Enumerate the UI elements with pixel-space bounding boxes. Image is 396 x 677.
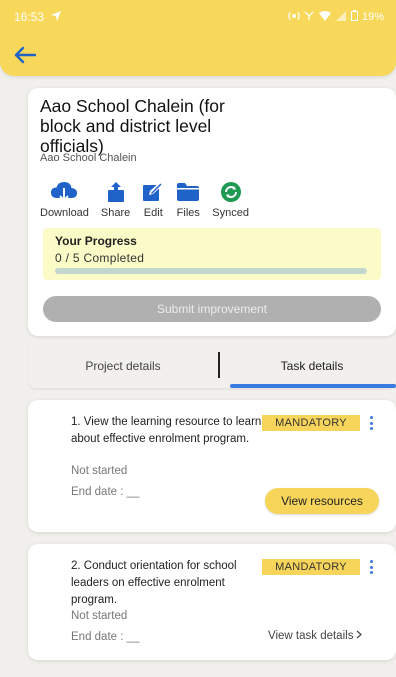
- folder-icon: [176, 180, 200, 204]
- project-subtitle: Aao School Chalein: [40, 152, 137, 164]
- battery-percent: 19%: [361, 11, 384, 23]
- progress-count: 0 / 5 Completed: [55, 251, 145, 265]
- project-actions: Download Share Edit Files Synced: [40, 180, 261, 219]
- wifi-icon: [318, 10, 331, 24]
- download-label: Download: [40, 207, 89, 219]
- synced-icon: [220, 180, 242, 204]
- kebab-dot: [369, 571, 373, 574]
- project-card: Aao School Chalein (for block and distri…: [28, 88, 396, 336]
- app-bar: [0, 34, 396, 76]
- synced-label: Synced: [212, 207, 249, 219]
- location-icon: [50, 10, 62, 25]
- task-card: 1. View the learning resource to learn a…: [28, 400, 396, 532]
- files-label: Files: [176, 207, 200, 219]
- kebab-dot: [369, 421, 373, 425]
- cloud-download-icon: [50, 180, 78, 204]
- task-title: 2. Conduct orientation for school leader…: [71, 560, 237, 606]
- more-vertical-icon: [369, 560, 373, 563]
- task-title: 1. View the learning resource to learn a…: [71, 416, 262, 445]
- more-vertical-icon: [369, 416, 373, 419]
- edit-button[interactable]: Edit: [142, 180, 164, 219]
- view-resources-button[interactable]: View resources: [265, 488, 379, 514]
- synced-button[interactable]: Synced: [212, 180, 249, 219]
- share-icon: [106, 180, 126, 204]
- kebab-dot: [369, 565, 373, 569]
- project-title: Aao School Chalein (for block and distri…: [40, 96, 225, 156]
- share-button[interactable]: Share: [101, 180, 130, 219]
- progress-bar: [55, 268, 367, 274]
- progress-label: Your Progress: [55, 234, 137, 248]
- task-status: Not started: [71, 610, 128, 622]
- status-bar: 16:53 19%: [0, 0, 396, 34]
- phone-signal-icon: [304, 11, 315, 24]
- task-menu-button[interactable]: [366, 414, 376, 432]
- edit-label: Edit: [143, 207, 163, 219]
- kebab-dot: [369, 427, 373, 430]
- share-label: Share: [100, 207, 131, 219]
- detail-tabs: Project details Task details: [28, 344, 396, 388]
- status-time: 16:53: [14, 10, 45, 24]
- mandatory-badge: MANDATORY: [262, 415, 360, 431]
- files-button[interactable]: Files: [176, 180, 200, 219]
- progress-box: Your Progress 0 / 5 Completed: [43, 228, 381, 280]
- chevron-right-icon: [356, 630, 363, 642]
- cell-signal-icon: [335, 10, 347, 24]
- tab-task-details[interactable]: Task details: [228, 344, 396, 388]
- back-button[interactable]: [12, 42, 38, 68]
- task-end-date: End date : __: [71, 486, 140, 498]
- nfc-icon: [288, 11, 300, 24]
- active-tab-indicator: [230, 384, 396, 388]
- view-task-details-label: View task details: [268, 630, 354, 642]
- download-button[interactable]: Download: [40, 180, 89, 219]
- mandatory-badge: MANDATORY: [262, 559, 360, 575]
- edit-icon: [142, 180, 164, 204]
- view-task-details-link[interactable]: View task details: [268, 630, 363, 642]
- tab-project-details[interactable]: Project details: [28, 344, 218, 388]
- task-end-date: End date : __: [71, 631, 140, 643]
- task-status: Not started: [71, 465, 128, 477]
- submit-improvement-button[interactable]: Submit improvement: [43, 296, 381, 322]
- battery-icon: [350, 10, 358, 24]
- tab-divider: [218, 352, 220, 378]
- task-menu-button[interactable]: [366, 558, 376, 576]
- arrow-left-icon: [14, 46, 36, 64]
- task-card: 2. Conduct orientation for school leader…: [28, 544, 396, 660]
